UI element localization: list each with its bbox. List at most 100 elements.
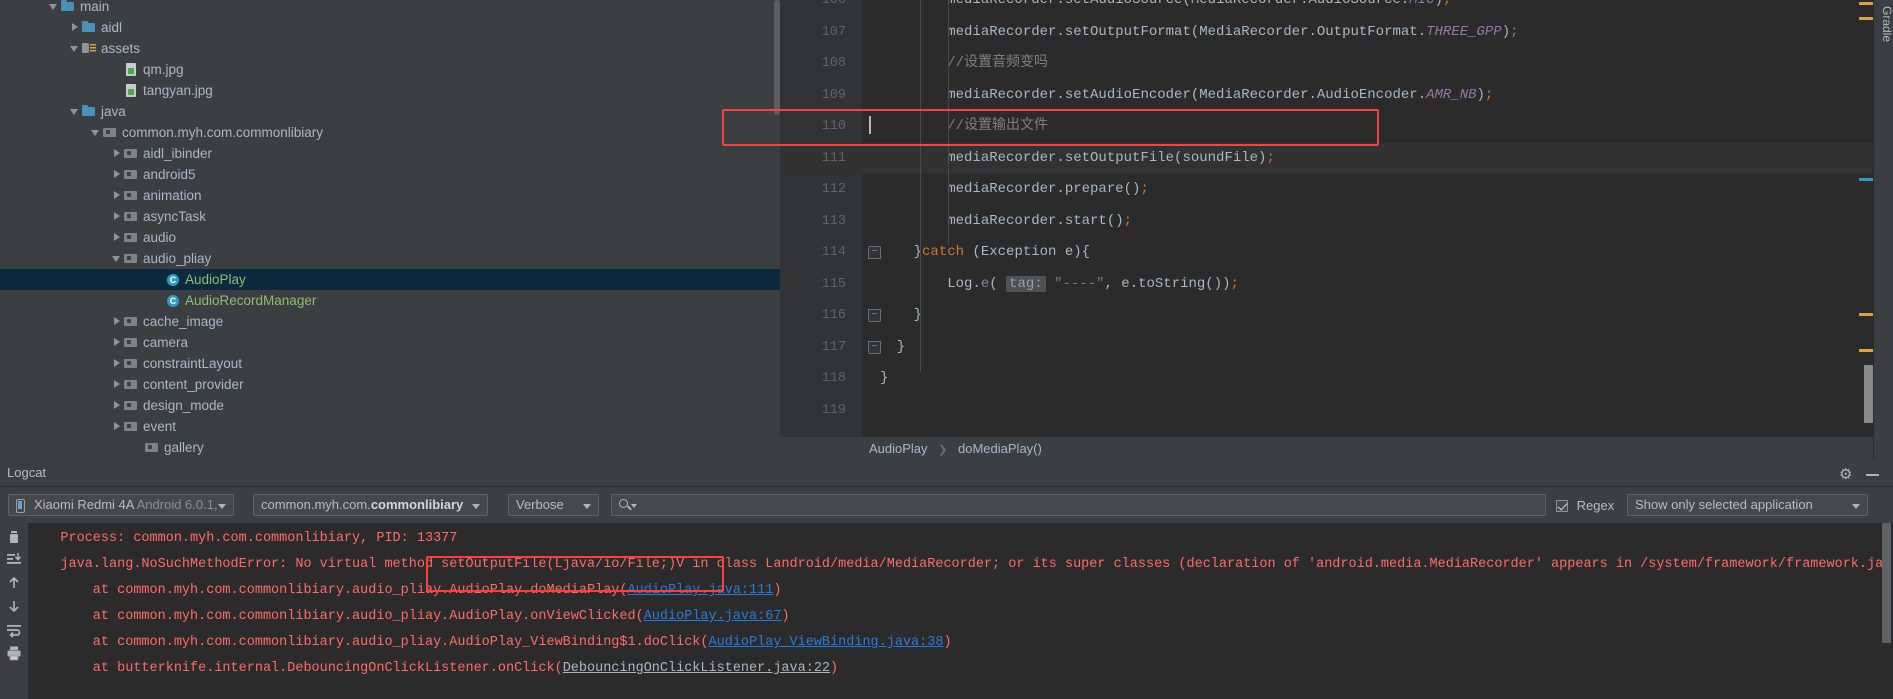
editor-scrollbar-thumb[interactable] — [1864, 365, 1873, 423]
chevron-right-icon[interactable] — [112, 206, 123, 227]
tree-item-common-myh-com-commonlibiary[interactable]: common.myh.com.commonlibiary — [0, 122, 780, 143]
code-line-109[interactable]: 109 mediaRecorder.setAudioEncoder(MediaR… — [780, 80, 1893, 112]
print-icon[interactable] — [6, 645, 22, 661]
chevron-right-icon[interactable] — [112, 227, 123, 248]
tree-item-java[interactable]: java — [0, 101, 780, 122]
minimize-icon[interactable] — [1865, 466, 1881, 482]
code-line-119[interactable]: 119 — [780, 395, 1893, 427]
up-arrow-icon[interactable] — [6, 575, 22, 591]
project-tree-panel[interactable]: main aidl assets qm.jpg tangyan.jpg java commo… — [0, 0, 780, 460]
tree-item-audio[interactable]: audio — [0, 227, 780, 248]
logcat-line: java.lang.NoSuchMethodError: No virtual … — [28, 552, 1883, 578]
search-input[interactable] — [640, 495, 1539, 515]
chevron-right-icon[interactable] — [70, 17, 81, 38]
logcat-output[interactable]: Process: common.myh.com.commonlibiary, P… — [28, 523, 1893, 699]
code-fold-marker[interactable]: − — [868, 309, 881, 322]
chevron-right-icon[interactable] — [112, 185, 123, 206]
tree-item-main[interactable]: main — [0, 0, 780, 17]
code-line-114[interactable]: 114 }catch (Exception e){− — [780, 237, 1893, 269]
code-line-113[interactable]: 113 mediaRecorder.start(); — [780, 206, 1893, 238]
chevron-down-icon[interactable] — [112, 248, 123, 269]
code-line-117[interactable]: 117 } − — [780, 332, 1893, 364]
scrollbar-marker-warning[interactable] — [1859, 2, 1873, 5]
tree-item-audio-pliay[interactable]: audio_pliay — [0, 248, 780, 269]
logcat-filter-selector[interactable]: Show only selected application — [1627, 494, 1868, 516]
regex-checkbox[interactable]: Regex — [1556, 498, 1614, 513]
image-file-icon — [123, 59, 139, 80]
code-line-110[interactable]: 110 //设置输出文件 — [780, 111, 1893, 143]
process-selector[interactable]: common.myh.com.commonlibiary — [253, 494, 488, 516]
tree-item-event[interactable]: event — [0, 416, 780, 437]
tree-item-label: assets — [101, 41, 141, 56]
tree-item-animation[interactable]: animation — [0, 185, 780, 206]
android-studio-window: main aidl assets qm.jpg tangyan.jpg java commo… — [0, 0, 1893, 699]
code-fold-marker[interactable]: − — [868, 340, 881, 354]
scrollbar-marker-warning[interactable] — [1859, 17, 1873, 20]
log-level-selector[interactable]: Verbose — [508, 494, 599, 516]
code-line-111[interactable]: 111 mediaRecorder.setOutputFile(soundFil… — [780, 142, 1893, 174]
chevron-right-icon[interactable] — [112, 353, 123, 374]
tree-item-aidl[interactable]: aidl — [0, 17, 780, 38]
chevron-right-icon[interactable] — [112, 395, 123, 416]
code-fold-marker[interactable]: − — [868, 246, 881, 259]
tree-item-qm-jpg[interactable]: qm.jpg — [0, 59, 780, 80]
soft-wrap-icon[interactable] — [6, 622, 22, 638]
tree-item-label: main — [80, 0, 110, 14]
tree-item-assets[interactable]: assets — [0, 38, 780, 59]
scrollbar-marker-info[interactable] — [1859, 178, 1873, 181]
logcat-line-suffix: ) — [773, 583, 782, 598]
chevron-down-icon[interactable] — [91, 122, 102, 143]
chevron-right-icon[interactable] — [112, 332, 123, 353]
tree-item-design-mode[interactable]: design_mode — [0, 395, 780, 416]
code-line-108[interactable]: 108 //设置音频变吗 — [780, 48, 1893, 80]
stacktrace-link[interactable]: AudioPlay.java:67 — [644, 609, 782, 624]
tree-item-content-provider[interactable]: content_provider — [0, 374, 780, 395]
tree-item-aidl-ibinder[interactable]: aidl_ibinder — [0, 143, 780, 164]
chevron-right-icon[interactable] — [112, 311, 123, 332]
code-line-115[interactable]: 115 Log.e( tag: "----", e.toString()); — [780, 269, 1893, 301]
tree-item-label: qm.jpg — [143, 62, 184, 77]
code-editor[interactable]: 106 mediaRecorder.setAudioSource(MediaRe… — [722, 0, 1893, 460]
chevron-down-icon[interactable] — [70, 101, 81, 122]
stacktrace-link[interactable]: AudioPlay_ViewBinding.java:38 — [709, 635, 944, 650]
tree-item-constraintlayout[interactable]: constraintLayout — [0, 353, 780, 374]
chevron-down-icon[interactable] — [49, 0, 60, 17]
down-arrow-icon[interactable] — [6, 598, 22, 614]
code-line-106[interactable]: 106 mediaRecorder.setAudioSource(MediaRe… — [780, 0, 1893, 17]
tab-gradle[interactable]: Gradle — [1874, 4, 1893, 42]
code-line-118[interactable]: 118} — [780, 363, 1893, 395]
chevron-right-icon[interactable] — [112, 416, 123, 437]
logcat-search-box[interactable] — [611, 494, 1546, 516]
scroll-to-end-icon[interactable] — [6, 551, 22, 567]
scrollbar-marker-warning[interactable] — [1859, 349, 1873, 352]
gear-icon[interactable] — [1839, 466, 1855, 482]
trash-icon[interactable] — [6, 529, 22, 545]
chevron-right-icon[interactable] — [112, 143, 123, 164]
tree-item-tangyan-jpg[interactable]: tangyan.jpg — [0, 80, 780, 101]
chevron-right-icon[interactable] — [112, 164, 123, 185]
tree-item-cache-image[interactable]: cache_image — [0, 311, 780, 332]
chevron-down-icon[interactable] — [70, 38, 81, 59]
regex-label: Regex — [1576, 498, 1615, 513]
device-selector[interactable]: Xiaomi Redmi 4A Android 6.0.1, — [8, 494, 234, 516]
tree-item-audioplay[interactable]: AudioPlay — [0, 269, 780, 290]
code-line-107[interactable]: 107 mediaRecorder.setOutputFormat(MediaR… — [780, 17, 1893, 49]
breadcrumb-method[interactable]: doMediaPlay() — [958, 441, 1042, 456]
stacktrace-link[interactable]: DebouncingOnClickListener.java:22 — [563, 661, 830, 676]
package-icon — [123, 311, 139, 332]
stacktrace-link[interactable]: AudioPlay.java:111 — [628, 583, 774, 598]
code-line-112[interactable]: 112 mediaRecorder.prepare(); — [780, 174, 1893, 206]
tree-item-asynctask[interactable]: asyncTask — [0, 206, 780, 227]
breadcrumb[interactable]: AudioPlay ❯ doMediaPlay() — [780, 437, 1893, 460]
logcat-scrollbar-thumb[interactable] — [1882, 523, 1891, 643]
scrollbar-marker-warning[interactable] — [1859, 313, 1873, 316]
tree-item-android5[interactable]: android5 — [0, 164, 780, 185]
tree-item-audiorecordmanager[interactable]: AudioRecordManager — [0, 290, 780, 311]
tree-item-gallery[interactable]: gallery — [0, 437, 780, 458]
tree-item-camera[interactable]: camera — [0, 332, 780, 353]
code-line-116[interactable]: 116 } − — [780, 300, 1893, 332]
chevron-right-icon[interactable] — [112, 374, 123, 395]
breadcrumb-class[interactable]: AudioPlay — [869, 441, 928, 456]
package-icon — [102, 122, 118, 143]
